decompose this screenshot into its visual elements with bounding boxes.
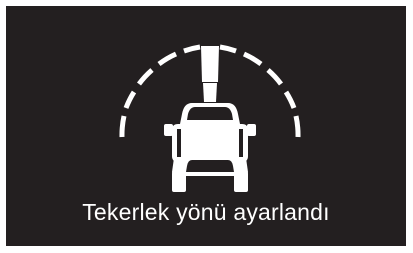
car-wheel-direction-icon (119, 44, 301, 192)
arc-segment (119, 115, 127, 138)
car-rear-icon (164, 103, 256, 192)
arc-segment (123, 90, 137, 109)
arc-segment (293, 115, 301, 138)
arc-segment (157, 51, 178, 67)
arc-segment (266, 68, 284, 86)
arc-segment (219, 44, 237, 54)
direction-indicator (201, 46, 219, 82)
vehicle-info-display: Tekerlek yönü ayarlandı (6, 6, 406, 246)
arc-segment (242, 51, 263, 67)
status-message: Tekerlek yönü ayarlandı (82, 199, 330, 225)
arc-segment (183, 44, 201, 54)
arc-segment (283, 90, 297, 109)
arc-segment (136, 68, 154, 86)
